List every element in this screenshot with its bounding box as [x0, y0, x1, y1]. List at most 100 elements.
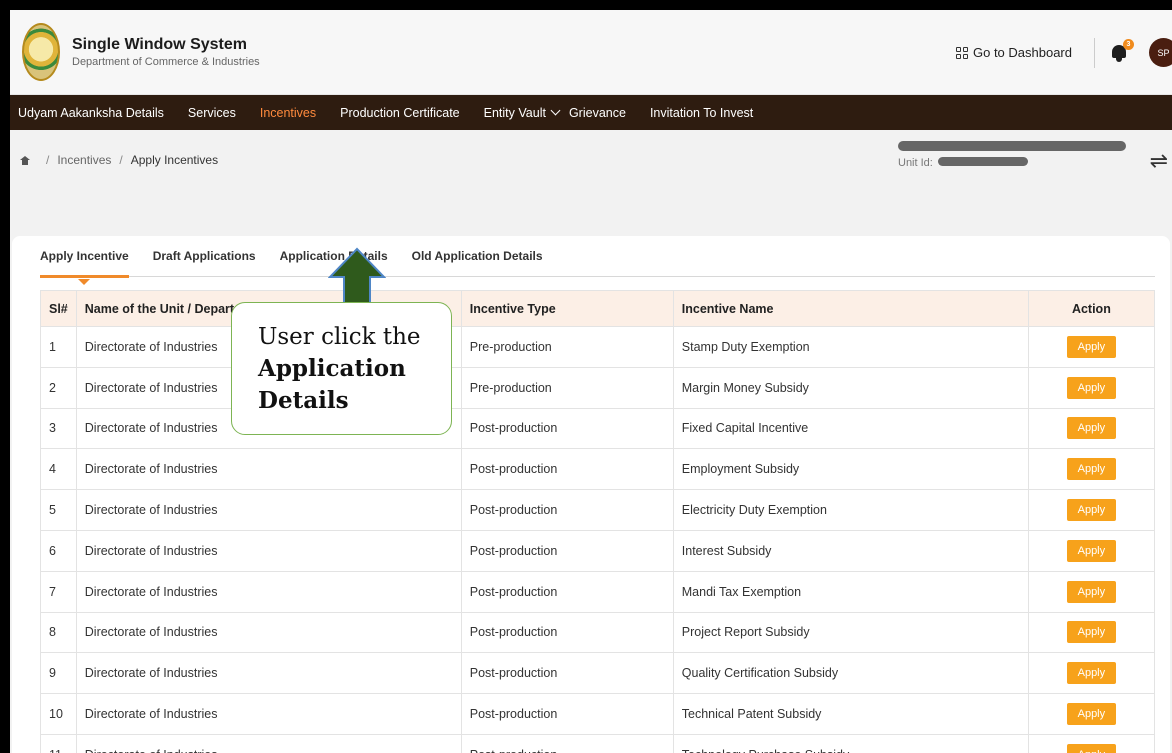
go-to-dashboard-link[interactable]: Go to Dashboard: [955, 45, 1072, 60]
apply-button[interactable]: Apply: [1066, 703, 1117, 726]
cell-sl: 9: [40, 652, 77, 695]
column-header-sl: Sl#: [40, 290, 77, 327]
table-row: 2 Directorate of Industries Pre-production…: [40, 366, 1156, 409]
table-row: 5 Directorate of Industries Post-productio…: [40, 489, 1156, 531]
cell-unit-name: Directorate of Industries: [75, 733, 462, 753]
apply-button[interactable]: Apply: [1066, 458, 1117, 481]
notification-bell-icon[interactable]: 3: [1109, 38, 1134, 64]
nav-item-udyam-aakanksha-details[interactable]: Udyam Aakanksha Details: [18, 106, 164, 120]
notification-badge: 3: [1123, 38, 1134, 50]
cell-incentive-name: Technical Patent Subsidy: [672, 693, 1029, 735]
cell-action: Apply: [1027, 693, 1156, 735]
redacted-unit-name: [898, 141, 1126, 151]
table-header-row: Sl# Name of the Unit / Department Incent…: [40, 290, 1156, 327]
cell-sl: 3: [40, 407, 77, 450]
cell-incentive-name: Stamp Duty Exemption: [672, 326, 1029, 368]
nav-item-services[interactable]: Services: [188, 106, 236, 120]
apply-button[interactable]: Apply: [1066, 539, 1117, 562]
instruction-callout: User click the Application Details: [231, 302, 452, 435]
chevron-down-icon: [550, 105, 561, 116]
app-header: Single Window System Department of Comme…: [10, 10, 1172, 95]
table-row: 6 Directorate of Industries Post-productio…: [40, 529, 1156, 572]
tab-apply-incentive[interactable]: Apply Incentive: [40, 236, 129, 285]
apply-button[interactable]: Apply: [1066, 662, 1117, 685]
table-row: 9 Directorate of Industries Post-productio…: [40, 652, 1156, 695]
cell-action: Apply: [1027, 570, 1156, 613]
header-divider: [1094, 37, 1095, 68]
cell-action: Apply: [1027, 733, 1156, 753]
tab-old-application-details[interactable]: Old Application Details: [412, 236, 543, 277]
switch-unit-icon[interactable]: ⇌: [1150, 148, 1168, 174]
cell-incentive-name: Electricity Duty Exemption: [672, 489, 1029, 531]
cell-unit-name: Directorate of Industries: [75, 693, 462, 735]
column-header-incentive-name: Incentive Name: [672, 290, 1029, 327]
apply-button[interactable]: Apply: [1066, 417, 1117, 440]
cell-action: Apply: [1027, 448, 1156, 491]
nav-item-production-certificate[interactable]: Production Certificate: [340, 106, 460, 120]
cell-incentive-type: Post-production: [460, 570, 674, 613]
nav-item-grievance[interactable]: Grievance: [569, 106, 626, 120]
bell-clapper: [1116, 57, 1122, 62]
app-subtitle: Department of Commerce & Industries: [72, 56, 260, 68]
cell-incentive-type: Post-production: [460, 693, 674, 735]
apply-button[interactable]: Apply: [1066, 335, 1117, 358]
incentives-table: Sl# Name of the Unit / Department Incent…: [40, 290, 1156, 753]
cell-action: Apply: [1027, 407, 1156, 450]
cell-sl: 5: [40, 489, 77, 531]
cell-sl: 8: [40, 611, 77, 654]
cell-incentive-type: Post-production: [460, 448, 674, 491]
apply-button[interactable]: Apply: [1066, 621, 1117, 644]
column-header-action: Action: [1027, 290, 1156, 327]
table-row: 10 Directorate of Industries Post-producti…: [40, 693, 1156, 735]
nav-item-entity-vault[interactable]: Entity Vault: [484, 105, 561, 120]
cell-incentive-type: Post-production: [460, 611, 674, 654]
cell-incentive-type: Pre-production: [460, 366, 674, 409]
home-icon[interactable]: [20, 155, 30, 165]
tab-draft-applications[interactable]: Draft Applications: [153, 236, 256, 277]
callout-line-2: Application: [258, 355, 406, 382]
apply-button[interactable]: Apply: [1066, 743, 1117, 753]
cell-unit-name: Directorate of Industries: [75, 652, 462, 695]
cell-incentive-name: Employment Subsidy: [672, 448, 1029, 491]
cell-sl: 11: [40, 733, 77, 753]
cell-sl: 1: [40, 326, 77, 368]
cell-incentive-type: Post-production: [460, 529, 674, 572]
app-title: Single Window System: [72, 36, 247, 53]
apply-button[interactable]: Apply: [1066, 580, 1117, 603]
cell-unit-name: Directorate of Industries: [75, 529, 462, 572]
cell-action: Apply: [1027, 529, 1156, 572]
apply-button[interactable]: Apply: [1066, 376, 1117, 399]
callout-line-3: Details: [258, 387, 349, 414]
cell-action: Apply: [1027, 611, 1156, 654]
breadcrumb: / Incentives / Apply Incentives: [20, 153, 218, 167]
header-actions: Go to Dashboard 3 SP: [955, 10, 1172, 95]
grid-icon: [955, 46, 968, 59]
cell-unit-name: Directorate of Industries: [75, 611, 462, 654]
cell-incentive-type: Post-production: [460, 652, 674, 695]
nav-item-incentives[interactable]: Incentives: [260, 106, 316, 120]
incentive-tabs: Apply Incentive Draft Applications Appli…: [40, 236, 1155, 285]
cell-sl: 6: [40, 529, 77, 572]
unit-id-label: Unit Id:: [898, 157, 933, 169]
callout-line-2-wrap: Application: [258, 353, 425, 385]
table-row: 1 Directorate of Industries Pre-production…: [40, 326, 1156, 368]
main-nav: Udyam Aakanksha Details Services Incenti…: [10, 95, 1172, 130]
table-row: 7 Directorate of Industries Post-productio…: [40, 570, 1156, 613]
unit-info: Unit Id:: [898, 141, 1126, 169]
table-row: 11Directorate of IndustriesPost-producti…: [40, 733, 1156, 753]
cell-sl: 10: [40, 693, 77, 735]
table-body: 1 Directorate of Industries Pre-production…: [40, 326, 1156, 753]
nav-item-invitation-to-invest[interactable]: Invitation To Invest: [650, 106, 753, 120]
cell-action: Apply: [1027, 366, 1156, 409]
breadcrumb-incentives[interactable]: Incentives: [57, 153, 111, 167]
cell-sl: 7: [40, 570, 77, 613]
user-avatar[interactable]: SP: [1149, 38, 1172, 67]
apply-button[interactable]: Apply: [1066, 499, 1117, 522]
breadcrumb-separator: /: [119, 153, 123, 167]
unit-id: Unit Id:: [898, 157, 1126, 169]
cell-incentive-name: Technology Purchase Subsidy: [672, 733, 1029, 753]
cell-incentive-type: Post-production: [460, 407, 674, 450]
state-emblem-logo: [22, 23, 60, 81]
cell-action: Apply: [1027, 326, 1156, 368]
cell-unit-name: Directorate of Industries: [75, 489, 462, 531]
